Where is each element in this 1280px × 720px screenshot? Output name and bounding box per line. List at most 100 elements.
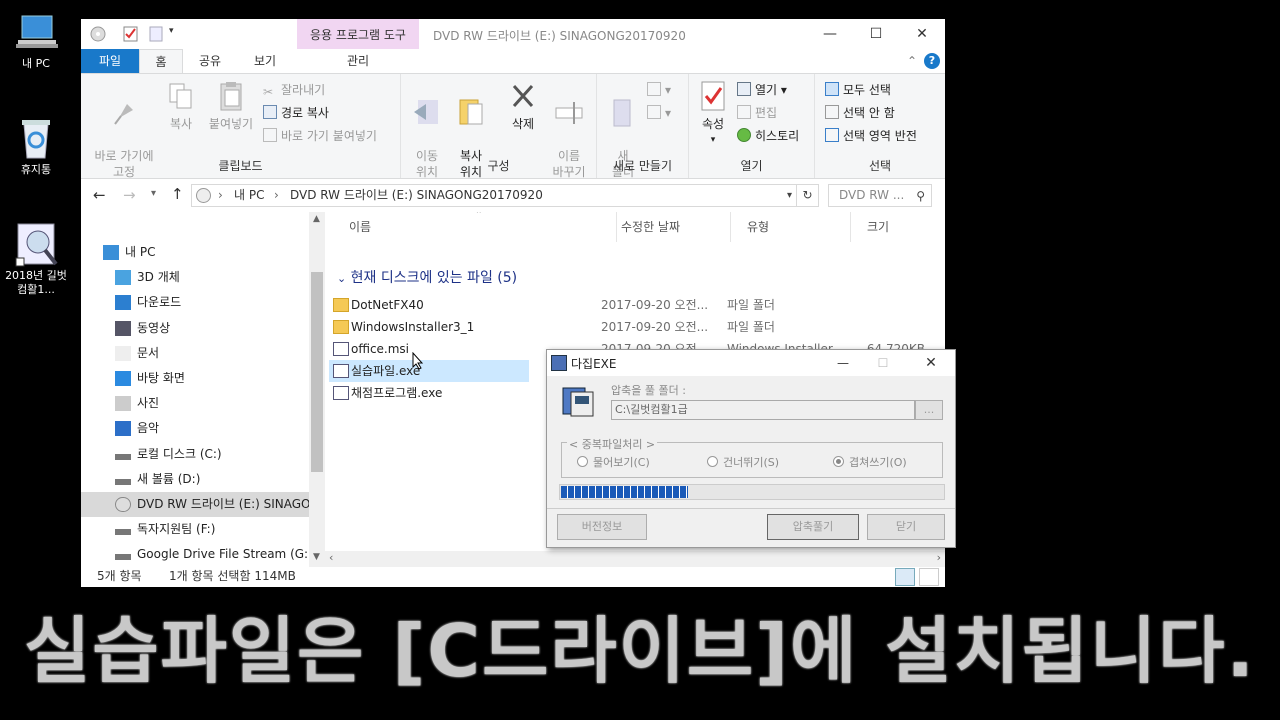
group-header[interactable]: ⌄ 현재 디스크에 있는 파일 (5)	[337, 266, 517, 291]
nav-item[interactable]: 로컬 디스크 (C:)	[81, 442, 309, 467]
easy-access-button[interactable]: ▾	[647, 103, 671, 123]
nav-item[interactable]: 독자지원팀 (F:)	[81, 517, 309, 542]
address-dropdown-icon[interactable]: ▾	[787, 185, 792, 206]
history-button[interactable]: 히스토리	[737, 126, 799, 146]
details-view-icon[interactable]	[895, 568, 915, 586]
tab-view[interactable]: 보기	[237, 49, 293, 73]
help-icon[interactable]: ?	[924, 53, 940, 69]
nav-item[interactable]: DVD RW 드라이브 (E:) SINAGONG20170920	[81, 492, 309, 517]
desktop-icon-recycle-bin[interactable]: 휴지통	[4, 116, 68, 177]
horizontal-scrollbar[interactable]: ‹ ›	[325, 551, 945, 567]
overwrite-option-radio[interactable]: 겹쳐쓰기(O)	[833, 454, 907, 470]
delete-button[interactable]: 삭제	[503, 80, 543, 132]
up-arrow-icon[interactable]: ↑	[171, 185, 184, 203]
dialog-minimize-button[interactable]: —	[823, 350, 863, 376]
nav-item-label: 문서	[137, 345, 160, 360]
tab-manage[interactable]: 관리	[297, 49, 419, 73]
scroll-thumb[interactable]	[311, 272, 323, 472]
new-folder-quick-icon[interactable]	[149, 26, 163, 42]
browse-button[interactable]: ...	[915, 400, 943, 420]
scroll-up-icon[interactable]: ▲	[313, 214, 320, 224]
nav-item[interactable]: 동영상	[81, 316, 309, 341]
select-none-button[interactable]: 선택 안 함	[825, 103, 895, 123]
copy-button[interactable]: 복사	[163, 80, 199, 132]
scroll-right-icon[interactable]: ›	[937, 551, 941, 564]
ribbon-collapse-icon[interactable]: ⌃	[905, 49, 919, 73]
organize-group: 이동 위치 복사 위치 삭제 이름 바꾸기 구성	[401, 74, 597, 179]
nav-item[interactable]: 문서	[81, 341, 309, 366]
overwrite-option-radio[interactable]: 물어보기(C)	[577, 454, 650, 470]
scroll-down-icon[interactable]: ▼	[313, 552, 320, 562]
paste-icon	[216, 80, 246, 112]
nav-item[interactable]: Google Drive File Stream (G:)	[81, 542, 309, 567]
copy-path-button[interactable]: 경로 복사	[263, 103, 329, 123]
folder-icon	[333, 320, 349, 334]
file-row[interactable]: WindowsInstaller3_1 2017-09-20 오전... 파일 폴더	[329, 316, 925, 338]
tab-share[interactable]: 공유	[185, 49, 235, 73]
forward-arrow-icon[interactable]: →	[123, 186, 136, 204]
scroll-left-icon[interactable]: ‹	[329, 551, 333, 564]
file-type: 파일 폴더	[727, 320, 775, 334]
desktop-icon	[115, 371, 131, 386]
nav-item[interactable]: 사진	[81, 391, 309, 416]
properties-quick-icon[interactable]	[123, 26, 139, 42]
column-header-date[interactable]: 수정한 날짜	[605, 212, 731, 242]
column-header-type[interactable]: 유형	[731, 212, 851, 242]
desktop-icon-installer[interactable]: 2018년 길벗컴활1...	[4, 222, 68, 297]
desktop-icon-label: 2018년 길벗컴활1...	[5, 269, 67, 296]
nav-item[interactable]: 음악	[81, 416, 309, 441]
nav-item[interactable]: 내 PC	[81, 240, 309, 265]
version-info-button[interactable]: 버전정보	[557, 514, 647, 540]
breadcrumb-drive[interactable]: DVD RW 드라이브 (E:) SINAGONG20170920	[290, 185, 543, 206]
column-header-name[interactable]: 이름	[333, 212, 617, 242]
file-name: DotNetFX40	[351, 298, 424, 312]
dialog-close-action-button[interactable]: 닫기	[867, 514, 945, 540]
nav-item[interactable]: 바탕 화면	[81, 366, 309, 391]
copy-path-icon	[263, 105, 277, 119]
nav-item[interactable]: 다운로드	[81, 290, 309, 315]
nav-item[interactable]: 3D 개체	[81, 265, 309, 290]
refresh-icon[interactable]: ↻	[796, 185, 818, 206]
recent-locations-icon[interactable]: ▾	[151, 188, 156, 199]
cut-button[interactable]: ✂ 잘라내기	[263, 80, 325, 100]
tab-file[interactable]: 파일	[81, 49, 139, 73]
address-input[interactable]: › 내 PC › DVD RW 드라이브 (E:) SINAGONG201709…	[191, 184, 819, 207]
invert-selection-button[interactable]: 선택 영역 반전	[825, 126, 917, 146]
new-item-button[interactable]: ▾	[647, 80, 671, 100]
nav-scrollbar[interactable]: ▲ ▼	[309, 212, 325, 567]
maximize-button[interactable]: ☐	[853, 19, 899, 49]
installer-icon	[14, 222, 58, 267]
column-header-size[interactable]: 크기	[851, 212, 945, 242]
nav-item-label: 3D 개체	[137, 270, 180, 285]
open-button[interactable]: 열기 ▾	[737, 80, 787, 100]
extract-dialog: 다집EXE — ☐ ✕ 압축을 풀 폴더 : C:\길벗컴활1급 ... < 중…	[546, 349, 956, 548]
progress-fill	[561, 486, 688, 498]
search-input[interactable]: DVD RW ... ⚲	[828, 184, 932, 207]
close-button[interactable]: ✕	[899, 19, 945, 49]
nav-item-label: 로컬 디스크 (C:)	[137, 446, 222, 461]
file-type: 파일 폴더	[727, 298, 775, 312]
minimize-button[interactable]: —	[807, 19, 853, 49]
desktop-icon-this-pc[interactable]: 내 PC	[4, 10, 68, 71]
edit-button[interactable]: 편집	[737, 103, 777, 123]
dialog-close-button[interactable]: ✕	[909, 350, 953, 376]
folder-path-field[interactable]: C:\길벗컴활1급	[611, 400, 915, 420]
overwrite-option-radio[interactable]: 건너뛰기(S)	[707, 454, 779, 470]
file-row[interactable]: DotNetFX40 2017-09-20 오전... 파일 폴더	[329, 294, 925, 316]
breadcrumb-this-pc[interactable]: 내 PC	[234, 185, 264, 206]
nav-item[interactable]: 새 볼륨 (D:)	[81, 467, 309, 492]
dialog-maximize-button[interactable]: ☐	[863, 350, 903, 376]
tab-home[interactable]: 홈	[139, 49, 183, 73]
extract-button[interactable]: 압축풀기	[767, 514, 859, 540]
paste-shortcut-button[interactable]: 바로 가기 붙여넣기	[263, 126, 377, 146]
properties-button[interactable]: 속성 ▾	[695, 80, 731, 148]
select-all-button[interactable]: 모두 선택	[825, 80, 891, 100]
quick-access-dropdown-icon[interactable]: ▾	[169, 26, 179, 42]
rename-icon	[554, 96, 584, 128]
drive-icon	[115, 478, 131, 485]
large-icons-view-icon[interactable]	[919, 568, 939, 586]
paste-button[interactable]: 붙여넣기	[201, 80, 261, 132]
file-row[interactable]: 실습파일.exe	[329, 360, 529, 382]
back-arrow-icon[interactable]: ←	[93, 186, 106, 204]
open-group: 속성 ▾ 열기 ▾ 편집 히스토리 열기	[689, 74, 815, 178]
